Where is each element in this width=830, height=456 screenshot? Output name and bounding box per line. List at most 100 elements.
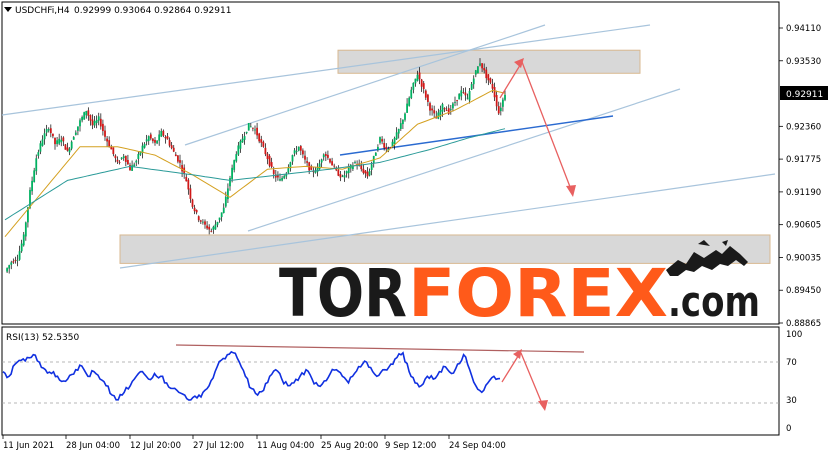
candle-body — [243, 136, 246, 140]
candle-body — [404, 113, 406, 120]
candle-body — [406, 103, 408, 113]
current-price-tag: 0.92911 — [780, 86, 828, 100]
candle-body — [135, 160, 138, 163]
candle-body — [364, 170, 367, 174]
candle-body — [239, 140, 242, 149]
candle-body — [291, 155, 294, 162]
candle-body — [49, 128, 52, 134]
candle-body — [206, 225, 208, 229]
price-axis-label: 0.93530 — [786, 57, 821, 67]
candle-body — [199, 220, 202, 222]
candle-body — [429, 103, 431, 111]
candle-body — [489, 78, 492, 83]
candle-body — [20, 243, 23, 252]
candle-body — [331, 161, 333, 166]
price-axis-label: 0.91190 — [786, 188, 821, 198]
candle-body — [149, 134, 152, 139]
candle-body — [414, 78, 417, 84]
candle-body — [172, 147, 175, 152]
candle-body — [179, 160, 181, 163]
candle-body — [472, 78, 475, 85]
candle-body — [374, 152, 377, 156]
candle-body — [416, 74, 419, 81]
candle-body — [54, 137, 56, 145]
candle-body — [68, 148, 71, 153]
candle-body — [470, 84, 473, 90]
candle-body — [120, 157, 123, 159]
candle-body — [89, 115, 92, 121]
candle-body — [177, 155, 179, 162]
candle-body — [320, 159, 323, 163]
candle-body — [420, 79, 423, 87]
candle-body — [474, 70, 477, 75]
time-axis-label: 9 Sep 12:00 — [385, 441, 436, 451]
candle-body — [70, 141, 73, 149]
candle-body — [235, 154, 238, 162]
candle-body — [95, 119, 98, 124]
candle-body — [102, 123, 104, 132]
candle-body — [247, 123, 250, 131]
candle-body — [381, 139, 383, 142]
candle-body — [208, 226, 211, 230]
candle-body — [491, 83, 494, 89]
candle-body — [504, 94, 506, 100]
candle-body — [35, 158, 38, 172]
candle-body — [108, 140, 111, 147]
candle-body — [16, 260, 19, 261]
candle-body — [216, 221, 219, 225]
price-axis-label: 0.90035 — [786, 253, 821, 263]
candle-body — [408, 97, 411, 106]
candle-body — [341, 175, 344, 177]
candle-body — [424, 90, 427, 98]
candle-body — [64, 144, 67, 150]
candle-body — [58, 138, 61, 144]
candle-body — [118, 162, 121, 163]
candle-body — [214, 224, 217, 230]
candle-body — [154, 139, 156, 143]
rsi-label: RSI(13) 52.5350 — [6, 333, 79, 343]
candle-body — [464, 92, 467, 96]
candle-body — [191, 199, 194, 207]
candle-body — [347, 167, 350, 173]
candle-body — [502, 99, 504, 107]
time-axis-label: 12 Jul 20:00 — [130, 441, 181, 451]
candle-body — [62, 137, 65, 142]
rsi-pane-border — [1, 326, 780, 436]
symbol-label: USDCHFi,H4 — [15, 6, 70, 16]
candle-body — [137, 154, 140, 159]
candle-body — [218, 217, 221, 220]
candle-body — [37, 152, 40, 156]
candle-body — [133, 164, 136, 167]
candle-body — [445, 110, 448, 112]
candle-body — [454, 102, 456, 103]
candle-body — [210, 230, 213, 232]
candle-body — [460, 90, 463, 97]
candle-body — [79, 120, 81, 127]
candle-body — [170, 145, 173, 149]
ohlc-values: 0.92999 0.93064 0.92864 0.92911 — [74, 6, 231, 16]
candle-body — [477, 66, 479, 74]
candle-body — [237, 145, 240, 155]
price-axis-label: 0.92360 — [786, 122, 821, 132]
candle-body — [379, 137, 381, 143]
rsi-axis-label: 30 — [786, 396, 797, 406]
brand-name-tor: TOR — [279, 255, 407, 332]
price-axis: 0.94110 0.93530 0.92360 0.91775 0.91190 0.906… — [779, 24, 821, 329]
candle-body — [268, 155, 271, 166]
candle-body — [85, 110, 88, 116]
chart-header: USDCHFi,H4 0.92999 0.93064 0.92864 0.929… — [4, 6, 231, 16]
rsi-axis-label: 70 — [786, 358, 797, 368]
candle-body — [33, 170, 36, 183]
candle-body — [8, 265, 11, 269]
candle-body — [114, 155, 117, 159]
candle-body — [487, 74, 490, 81]
candle-body — [72, 137, 75, 140]
candle-body — [212, 226, 215, 230]
candle-body — [324, 154, 327, 156]
candle-body — [452, 103, 454, 109]
candle-body — [304, 155, 306, 160]
candle-body — [368, 171, 371, 176]
candle-body — [299, 146, 302, 151]
candle-body — [143, 143, 146, 148]
candle-body — [233, 160, 236, 170]
